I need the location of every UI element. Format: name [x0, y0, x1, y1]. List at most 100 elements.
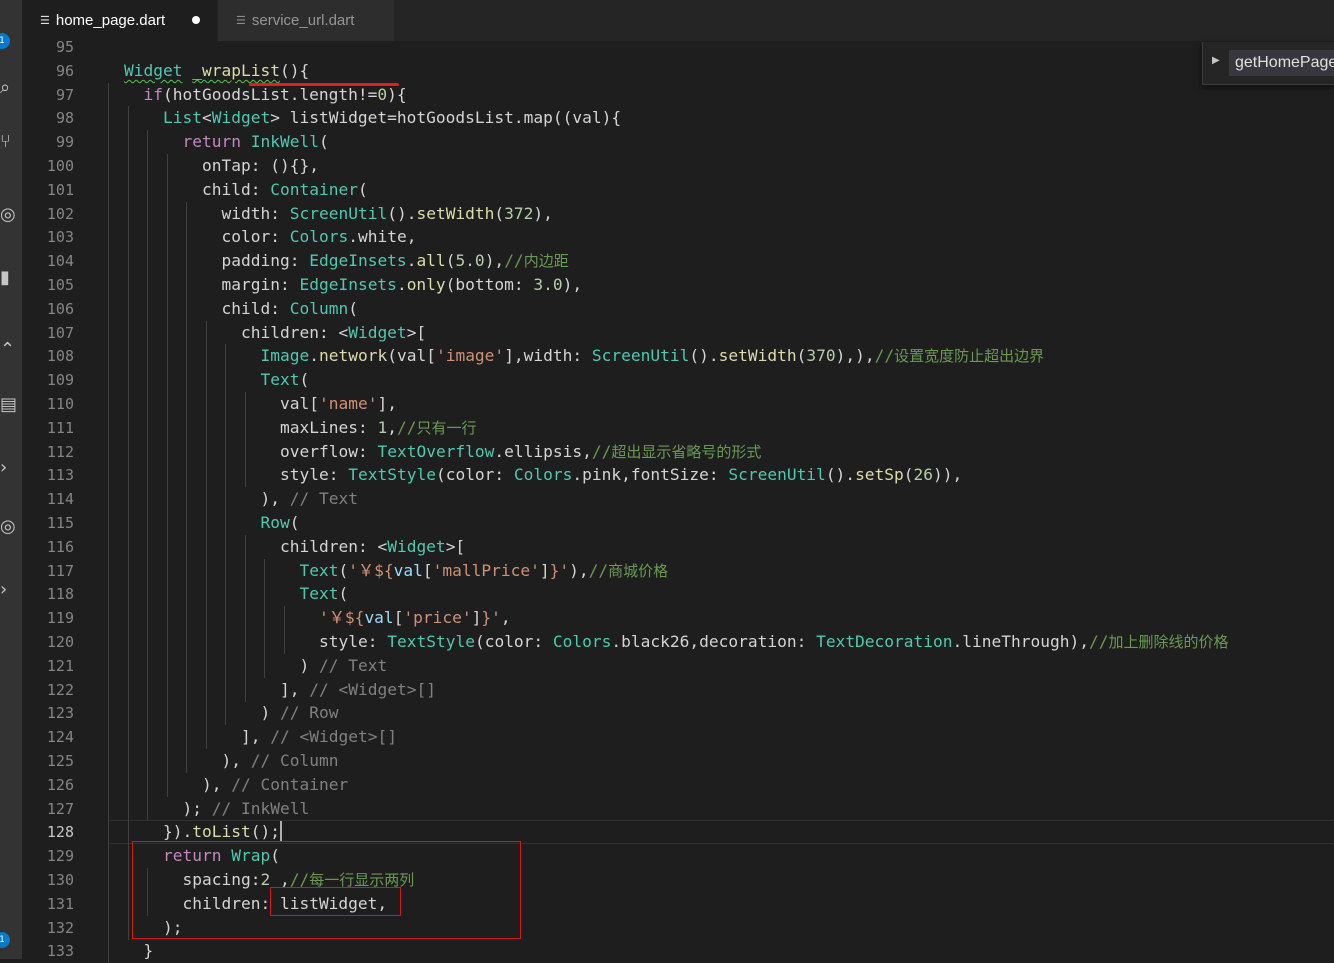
- code-line[interactable]: 109 Text(: [22, 368, 1334, 393]
- indent-guide: [166, 154, 168, 178]
- code-line[interactable]: 114), // Text: [22, 487, 1334, 512]
- outline-popup: ▶ getHomePage: [1202, 42, 1334, 85]
- code-line[interactable]: 97 if(hotGoodsList.length!=0){: [22, 82, 1334, 107]
- code-line[interactable]: 105 margin: EdgeInsets.only(bottom: 3.0),: [22, 273, 1334, 297]
- indent-guide: [166, 249, 168, 274]
- indent-guide: [127, 320, 129, 345]
- code-line[interactable]: 120 style: TextStyle(color: Colors.black2…: [22, 630, 1334, 654]
- docker-icon[interactable]: ▤: [0, 395, 17, 415]
- code-token: (: [357, 179, 368, 199]
- code-line[interactable]: 101 child: Container(: [22, 177, 1334, 202]
- code-line[interactable]: 96 Widget _wrapList(){: [22, 59, 1334, 83]
- indent-guide: [127, 439, 129, 464]
- code-token: .white,: [348, 227, 417, 247]
- code-token: // Text: [319, 655, 388, 675]
- indent-guide: [166, 534, 168, 559]
- code-line[interactable]: 115 Row(: [22, 511, 1334, 535]
- indent-guide: [244, 677, 246, 702]
- code-token: // InkWell: [211, 798, 310, 818]
- indent-guide: [147, 439, 148, 464]
- indent-guide: [108, 677, 109, 702]
- code-token: TextOverflow: [377, 441, 495, 461]
- file-lines-icon: ☰: [236, 15, 246, 27]
- indent-guide: [108, 273, 109, 297]
- code-token: .black26,decoration:: [611, 632, 817, 651]
- code-token: // <Widget>[]: [309, 679, 436, 699]
- indent-guide: [127, 749, 129, 773]
- code-token: 只有一行: [416, 418, 477, 437]
- code-token: maxLines:: [280, 417, 378, 437]
- code-line[interactable]: 113 style: TextStyle(color: Colors.pink,f…: [22, 463, 1334, 488]
- code-line[interactable]: 107 children: <Widget>[: [22, 320, 1334, 345]
- line-number: 104: [46, 252, 74, 271]
- indent-guide: [108, 225, 109, 250]
- code-line[interactable]: 104 padding: EdgeInsets.all(5.0),//内边距: [22, 249, 1334, 274]
- code-token: ),: [221, 751, 251, 770]
- extensions-icon[interactable]: ▮: [0, 268, 14, 288]
- indent-guide: [127, 344, 129, 369]
- code-token: ){: [387, 84, 407, 104]
- code-text: overflow: TextOverflow.ellipsis,//超出显示省略…: [280, 440, 761, 464]
- code-line[interactable]: 127); // InkWell: [22, 796, 1334, 821]
- source-control-icon[interactable]: ⑂: [0, 132, 14, 152]
- indent-guide: [147, 177, 148, 202]
- code-line[interactable]: 111 maxLines: 1,//只有一行: [22, 415, 1334, 440]
- code-line[interactable]: 112 overflow: TextOverflow.ellipsis,//超出显…: [22, 439, 1334, 464]
- code-line[interactable]: 124], // <Widget>[]: [22, 725, 1334, 750]
- run-icon[interactable]: ›: [0, 458, 14, 478]
- code-line[interactable]: 126), // Container: [22, 772, 1334, 797]
- code-text: ); // InkWell: [183, 797, 310, 821]
- code-token: (: [289, 513, 300, 532]
- code-line[interactable]: 118 Text(: [22, 582, 1334, 607]
- debug-icon[interactable]: ◎: [0, 205, 16, 225]
- accounts-icon[interactable]: ›: [0, 580, 14, 600]
- indent-guide: [225, 415, 226, 440]
- line-number: 111: [46, 418, 74, 437]
- settings-sync-icon[interactable]: ◎: [0, 517, 16, 537]
- code-line[interactable]: 100 onTap: (){},: [22, 154, 1334, 178]
- unsaved-dot-icon[interactable]: [192, 16, 200, 24]
- code-token: 1: [377, 417, 388, 437]
- remote-icon[interactable]: ⌃: [0, 340, 15, 360]
- code-token: children: <: [280, 536, 388, 556]
- code-line[interactable]: 123) // Row: [22, 701, 1334, 726]
- indent-guide: [147, 463, 148, 488]
- code-line[interactable]: 99 return InkWell(: [22, 130, 1334, 155]
- code-line[interactable]: 121) // Text: [22, 653, 1334, 678]
- code-line[interactable]: 133}: [22, 939, 1334, 963]
- indent-guide: [127, 796, 129, 821]
- code-token: [: [393, 608, 404, 628]
- code-line[interactable]: 122], // <Widget>[]: [22, 677, 1334, 702]
- chevron-right-icon[interactable]: ▶: [1212, 55, 1220, 66]
- line-number: 120: [46, 633, 74, 651]
- code-line[interactable]: 102 width: ScreenUtil().setWidth(372),: [22, 201, 1334, 226]
- code-line[interactable]: 110 val['name'],: [22, 392, 1334, 416]
- code-token: EdgeInsets: [299, 275, 397, 294]
- indent-guide: [108, 630, 109, 654]
- code-line[interactable]: 119 '￥${val['price']}',: [22, 606, 1334, 631]
- code-token: .: [309, 346, 319, 366]
- code-line[interactable]: 103 color: Colors.white,: [22, 225, 1334, 250]
- indent-guide: [127, 677, 129, 702]
- code-token: 370: [806, 346, 836, 366]
- code-line[interactable]: 116 children: <Widget>[: [22, 534, 1334, 559]
- search-icon[interactable]: ⌕: [0, 78, 14, 98]
- code-line[interactable]: 106 child: Column(: [22, 296, 1334, 321]
- code-token: child:: [221, 298, 290, 318]
- code-editor[interactable]: 95 96 Widget _wrapList(){97 if(hotGoodsList…: [22, 38, 1334, 963]
- indent-guide: [225, 701, 226, 726]
- indent-guide: [127, 582, 129, 607]
- indent-guide: [205, 653, 207, 678]
- indent-guide: [147, 415, 148, 440]
- indent-guide: [186, 749, 187, 773]
- code-line[interactable]: 98 List<Widget> listWidget=hotGoodsList.m…: [22, 106, 1334, 131]
- indent-guide: [186, 439, 187, 464]
- indent-guide: [166, 772, 168, 797]
- indent-guide: [244, 558, 246, 583]
- code-line[interactable]: 108 Image.network(val['image'],width: Scr…: [22, 344, 1334, 369]
- code-line[interactable]: 117 Text('￥${val['mallPrice']}'),//商城价格: [22, 558, 1334, 583]
- code-line[interactable]: 125), // Column: [22, 749, 1334, 773]
- code-token: val: [364, 608, 394, 628]
- outline-item[interactable]: getHomePage: [1229, 50, 1334, 76]
- code-line[interactable]: 95: [22, 35, 1334, 59]
